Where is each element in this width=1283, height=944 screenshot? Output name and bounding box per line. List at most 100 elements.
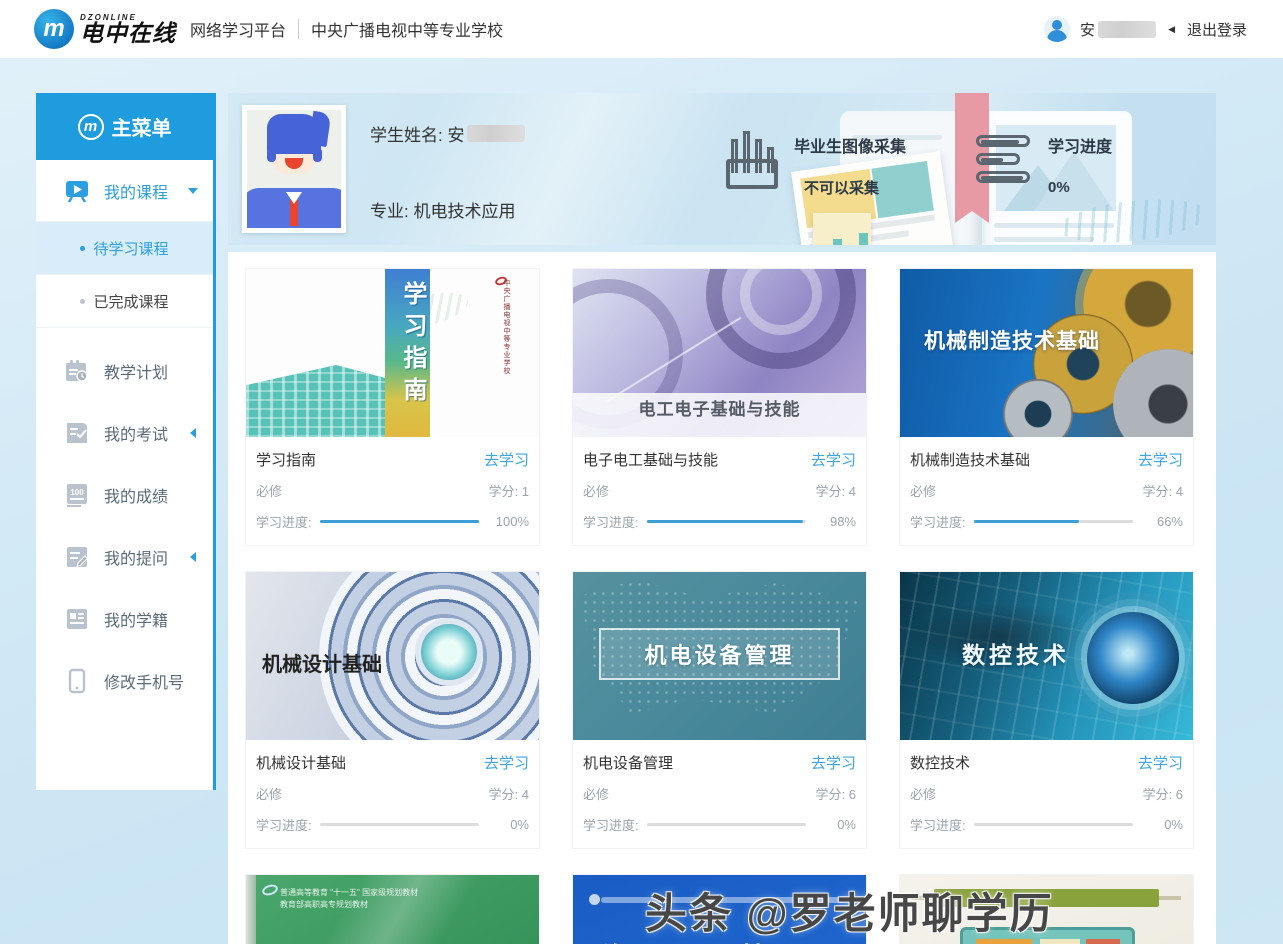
progress-label: 学习进度: (256, 815, 312, 834)
progress-label: 学习进度: (256, 512, 312, 531)
course-type: 必修 (256, 784, 282, 803)
image-collect-icon (726, 133, 778, 189)
go-learn-link[interactable]: 去学习 (484, 752, 529, 773)
progress-percent: 0% (814, 817, 856, 832)
grad-image-title: 毕业生图像采集 (794, 133, 906, 157)
course-card: 学习指南 中央广播电视中等专业学校 学习指南去学习 必修学分: 1 学习进度:1… (245, 268, 540, 546)
student-banner: 学生姓名: 安 专业: 机电技术应用 毕业生图像采集 不可以采集 学习进度 0% (228, 93, 1216, 245)
user-area: 安 ◀ 退出登录 (1044, 0, 1247, 58)
progress-percent: 0% (1141, 817, 1183, 832)
course-cover[interactable]: 机械设计基础 (246, 572, 539, 740)
progress-fill (974, 520, 1079, 523)
course-credit: 学分: 4 (1143, 481, 1183, 500)
course-title: 电子电工基础与技能 (583, 449, 718, 470)
course-cover[interactable]: 机械制造技术基础 (900, 269, 1193, 437)
sidebar-item-my-enrollment[interactable]: 我的学籍 (36, 588, 213, 650)
progress-percent: 98% (814, 514, 856, 529)
go-learn-link[interactable]: 去学习 (811, 752, 856, 773)
progress-bars-icon (976, 133, 1032, 189)
progress-fill (320, 520, 479, 523)
course-grid: 学习指南 中央广播电视中等专业学校 学习指南去学习 必修学分: 1 学习进度:1… (245, 268, 1199, 944)
course-title: 学习指南 (256, 449, 316, 470)
course-type: 必修 (910, 481, 936, 500)
course-card: 机械制造技术基础 机械制造技术基础去学习 必修学分: 4 学习进度:66% (899, 268, 1194, 546)
course-title: 数控技术 (910, 752, 970, 773)
course-credit: 学分: 1 (489, 481, 529, 500)
progress-percent: 0% (487, 817, 529, 832)
course-cover[interactable]: 数控技术 (900, 572, 1193, 740)
sidebar-title: 主菜单 (112, 112, 172, 141)
course-type: 必修 (910, 784, 936, 803)
course-title: 机械设计基础 (256, 752, 346, 773)
go-learn-link[interactable]: 去学习 (1138, 449, 1183, 470)
header-divider (298, 19, 299, 39)
student-name-blur (467, 125, 525, 142)
go-learn-link[interactable]: 去学习 (484, 449, 529, 470)
chevron-down-icon (188, 188, 198, 194)
bullet-icon (80, 246, 85, 251)
student-name-row: 学生姓名: 安 (370, 121, 525, 146)
sidebar-item-my-questions[interactable]: 我的提问 (36, 526, 213, 588)
watermark-text: 头条 @罗老师聊学历 (645, 880, 1283, 941)
sidebar-item-my-exams[interactable]: 我的考试 (36, 402, 213, 464)
progress-percent: 66% (1141, 514, 1183, 529)
course-card: 普通高等教育 "十一五" 国家级规划教材教育部高职高专规划教材 液压与气动技术 (245, 874, 540, 944)
phone-icon (64, 668, 90, 694)
course-type: 必修 (256, 481, 282, 500)
sidebar-header: m 主菜单 (36, 93, 213, 160)
site-logo[interactable]: m DZONLINE 电中在线 (34, 9, 176, 49)
go-learn-link[interactable]: 去学习 (1138, 752, 1183, 773)
progress-track (647, 520, 806, 523)
progress-title: 学习进度 (1048, 133, 1112, 157)
svg-text:100: 100 (70, 488, 84, 497)
logo-title: 电中在线 (80, 22, 176, 45)
question-pencil-icon (64, 544, 90, 570)
course-type: 必修 (583, 784, 609, 803)
course-credit: 学分: 4 (816, 481, 856, 500)
sidebar-item-my-scores[interactable]: 100 我的成绩 (36, 464, 213, 526)
progress-label: 学习进度: (583, 512, 639, 531)
sidebar-item-teaching-plan[interactable]: 教学计划 (36, 340, 213, 402)
progress-fill (647, 520, 803, 523)
progress-label: 学习进度: (910, 815, 966, 834)
sidebar-item-completed-courses[interactable]: 已完成课程 (36, 275, 213, 328)
course-credit: 学分: 6 (1143, 784, 1183, 803)
student-major-row: 专业: 机电技术应用 (370, 197, 515, 222)
user-name[interactable]: 安 (1080, 19, 1156, 40)
graduate-image-block: 毕业生图像采集 不可以采集 (726, 133, 906, 198)
sidebar-item-change-phone[interactable]: 修改手机号 (36, 650, 213, 712)
course-type: 必修 (583, 481, 609, 500)
tv-play-icon (64, 178, 90, 204)
id-card-icon (64, 606, 90, 632)
chevron-left-icon (190, 428, 196, 438)
grad-image-status: 不可以采集 (804, 177, 906, 198)
progress-track (320, 823, 479, 826)
course-cover[interactable]: 普通高等教育 "十一五" 国家级规划教材教育部高职高专规划教材 液压与气动技术 (246, 875, 539, 944)
progress-track (974, 520, 1133, 523)
logout-button[interactable]: 退出登录 (1187, 19, 1247, 40)
course-credit: 学分: 4 (489, 784, 529, 803)
user-avatar-icon[interactable] (1044, 16, 1070, 42)
course-cover[interactable]: 电工电子基础与技能 (573, 269, 866, 437)
sidebar-item-my-courses[interactable]: 我的课程 (36, 160, 213, 222)
learning-progress-block: 学习进度 0% (976, 133, 1112, 196)
progress-track (974, 823, 1133, 826)
course-cover[interactable]: 学习指南 中央广播电视中等专业学校 (246, 269, 539, 437)
sidebar: m 主菜单 我的课程 待学习课程 已完成课程 教学计划 (36, 93, 216, 790)
course-card: 机械设计基础 机械设计基础去学习 必修学分: 4 学习进度:0% (245, 571, 540, 849)
banner-mini-chart (813, 213, 871, 245)
course-panel: 学习指南 中央广播电视中等专业学校 学习指南去学习 必修学分: 1 学习进度:1… (228, 252, 1216, 944)
course-title: 机械制造技术基础 (910, 449, 1030, 470)
exam-check-icon (64, 420, 90, 446)
course-card: 电工电子基础与技能 电子电工基础与技能 去学习 必修 学分: 4 学习进度: 98% (572, 268, 867, 546)
progress-track (647, 823, 806, 826)
course-cover[interactable]: 机电设备管理 (573, 572, 866, 740)
progress-track (320, 520, 479, 523)
sidebar-item-pending-courses[interactable]: 待学习课程 (36, 222, 213, 275)
sidebar-logo-icon: m (78, 114, 104, 140)
chevron-left-icon (190, 552, 196, 562)
bullet-icon (80, 299, 85, 304)
course-title: 机电设备管理 (583, 752, 673, 773)
student-photo (242, 105, 346, 233)
go-learn-link[interactable]: 去学习 (811, 449, 856, 470)
